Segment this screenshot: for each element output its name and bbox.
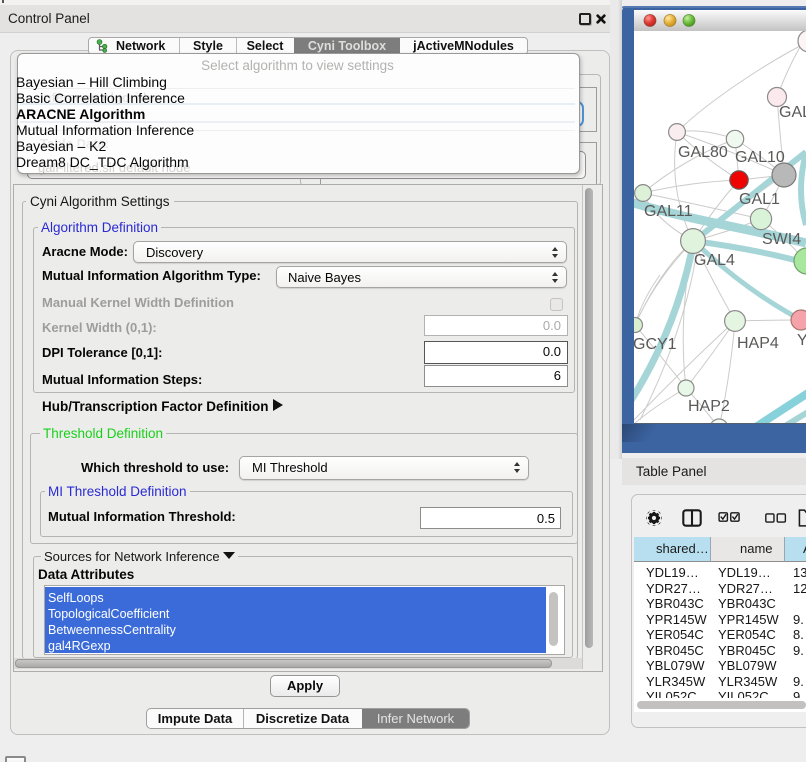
svg-text:GAL2: GAL2 <box>779 104 806 121</box>
svg-text:GAL1: GAL1 <box>739 191 780 208</box>
svg-text:GAL80: GAL80 <box>678 144 728 161</box>
svg-text:GAL11: GAL11 <box>644 203 693 220</box>
svg-text:GAL4: GAL4 <box>694 252 735 269</box>
svg-text:HAP2: HAP2 <box>688 398 730 415</box>
svg-text:GCY1: GCY1 <box>634 336 677 353</box>
svg-text:Y: Y <box>797 332 806 349</box>
svg-text:SWI4: SWI4 <box>762 231 801 248</box>
svg-text:GAL10: GAL10 <box>735 149 785 166</box>
svg-text:HAP4: HAP4 <box>737 335 779 352</box>
